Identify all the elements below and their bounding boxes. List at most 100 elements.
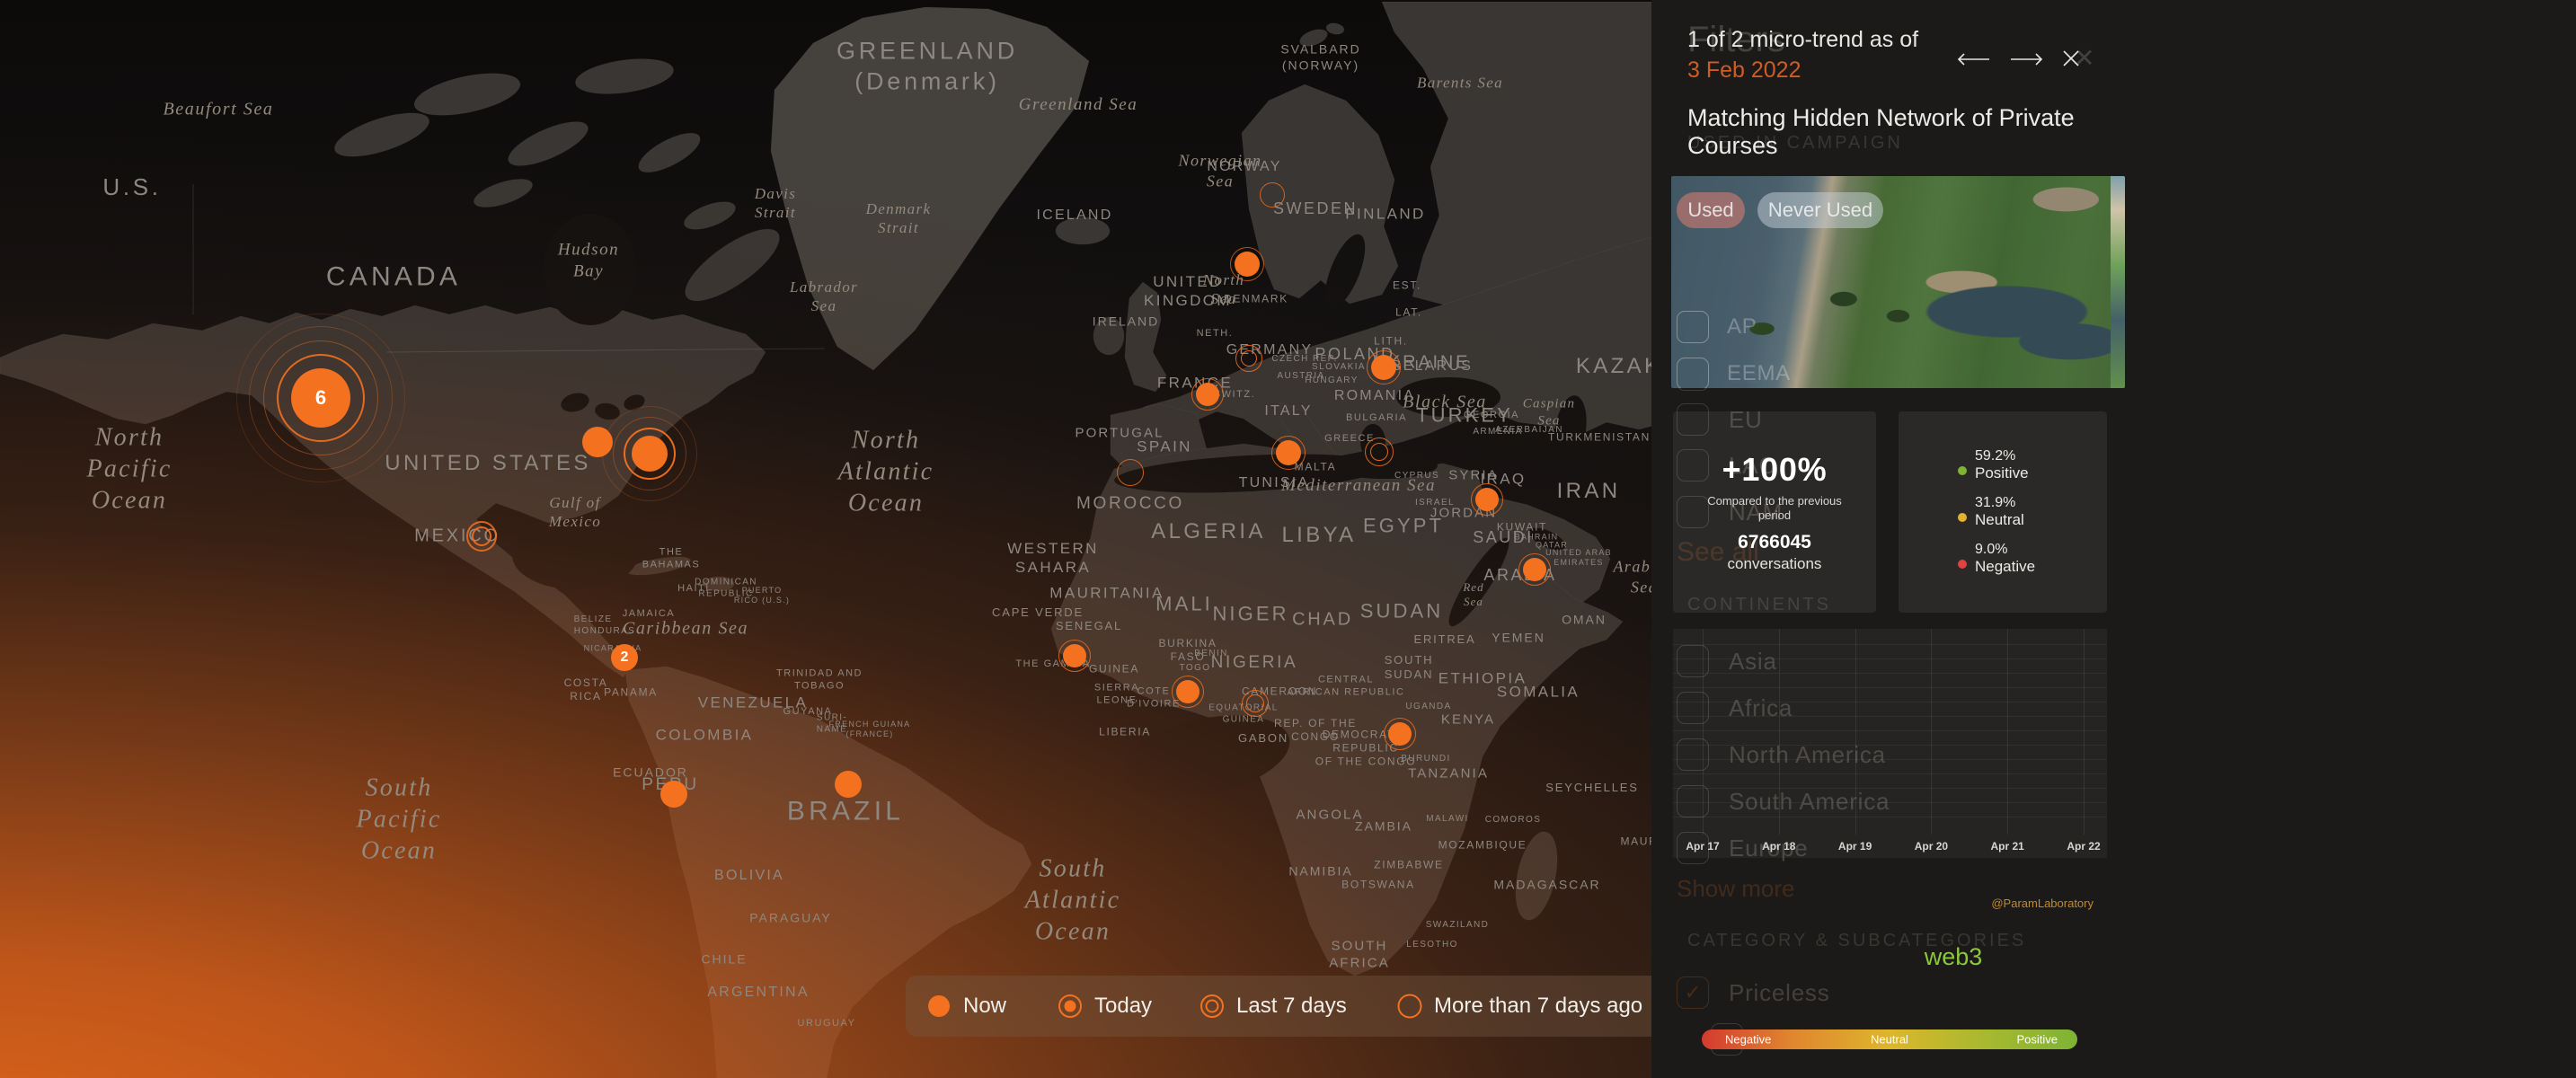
map-marker[interactable] [1112, 455, 1148, 490]
country-label: SOUTH SUDAN [1385, 653, 1434, 683]
sea-label: North Atlantic Ocean [838, 425, 934, 519]
map-marker[interactable] [464, 518, 500, 554]
map-marker[interactable] [656, 776, 692, 812]
sea-label: Davis Strait [755, 184, 796, 223]
chart-x-tick: Apr 19 [1838, 840, 1872, 853]
map-marker[interactable] [1237, 685, 1273, 721]
marker-dot-icon: 6 [291, 368, 350, 428]
map-marker[interactable] [1517, 552, 1553, 588]
sentiment-dot-icon [1958, 513, 1967, 522]
marker-dot-icon [1196, 383, 1219, 406]
marker-dot-icon [1063, 644, 1086, 667]
close-icon[interactable] [2059, 47, 2083, 75]
country-label: TRINIDAD AND TOBAGO [776, 667, 863, 693]
map-marker[interactable] [1170, 674, 1206, 710]
country-label: NIGERIA [1211, 652, 1298, 674]
sea-label: Norwegian Sea [1179, 151, 1262, 191]
country-label: SOUTH AFRICA [1329, 938, 1390, 972]
map-marker[interactable] [1190, 376, 1226, 412]
sea-label: Caribbean Sea [623, 618, 748, 641]
map-legend: NowTodayLast 7 daysMore than 7 days ago [906, 976, 1725, 1037]
marker-ring-icon [1260, 182, 1285, 208]
country-label: LIBYA [1281, 522, 1356, 549]
country-label: OMAN [1562, 612, 1607, 628]
map-marker[interactable]: 6 [291, 368, 350, 428]
country-label: MOROCCO [1076, 493, 1184, 515]
country-label: GUINEA [1089, 663, 1139, 676]
country-label: LAT. [1395, 306, 1422, 320]
legend-label: More than 7 days ago [1434, 994, 1642, 1019]
sea-label: Denmark Strait [866, 199, 932, 238]
country-label: U.S. [102, 172, 161, 202]
country-label: MAURITANIA [1049, 583, 1164, 602]
chart-gridline [1931, 629, 1932, 835]
country-label: PANAMA [604, 686, 658, 700]
map-marker[interactable] [1231, 340, 1267, 376]
filled-marker-icon [927, 994, 951, 1018]
sentiment-label: Negative [1975, 558, 2035, 576]
country-label: BELIZE [574, 614, 613, 626]
legend-item-now: Now [927, 976, 1006, 1037]
chart-x-tick: Apr 18 [1762, 840, 1795, 853]
prev-arrow-icon[interactable] [1955, 50, 1991, 73]
legend-item-more-than-7-days-ago: More than 7 days ago [1398, 976, 1642, 1037]
map-marker[interactable] [1229, 246, 1265, 282]
marker-ring-icon [1117, 459, 1144, 486]
sea-label: Hudson Bay [558, 239, 619, 282]
bar-label-positive: Positive [2016, 1033, 2058, 1047]
sentiment-pct: 31.9% [1975, 495, 2024, 511]
country-label: TOGO [1180, 663, 1211, 675]
map-marker[interactable] [830, 766, 866, 802]
country-label: TANZANIA [1408, 766, 1489, 783]
map-marker[interactable]: 2 [606, 640, 642, 676]
next-arrow-icon[interactable] [2009, 50, 2045, 73]
country-label: NETH. [1197, 328, 1234, 340]
sea-label: Labrador Sea [790, 278, 858, 316]
map-marker[interactable] [1382, 716, 1418, 752]
country-label: BURUNDI [1401, 754, 1450, 765]
country-label: LESOTHO [1406, 940, 1458, 951]
map-marker[interactable] [1366, 349, 1402, 385]
country-label: CHILE [701, 951, 747, 968]
sea-label: Mediterranean Sea [1281, 475, 1436, 497]
ghost-checkbox-label: EEMA [1727, 361, 1791, 386]
map-marker[interactable] [1057, 638, 1093, 674]
trend-title: Matching Hidden Network of Private Cours… [1687, 104, 2094, 160]
country-label: SEYCHELLES [1545, 781, 1638, 795]
marker-dot-icon [1176, 680, 1199, 703]
sea-label: Beaufort Sea [163, 99, 273, 121]
sentiment-label: Neutral [1975, 511, 2024, 529]
sea-label: Gulf of Mexico [549, 493, 601, 532]
trend-image-golf-course: UsedNever Used APEEMA [1671, 176, 2125, 388]
marker-dot-icon [1523, 558, 1546, 581]
country-label: ARGENTINA [707, 984, 810, 1002]
country-label: ZAMBIA [1355, 818, 1412, 835]
sea-label: Barents Sea [1417, 73, 1503, 92]
country-label: PARAGUAY [749, 910, 831, 926]
sea-label: Red Sea [1463, 580, 1483, 610]
conversations-stat-box: +100% Compared to the previous period 67… [1673, 411, 1876, 613]
country-label: UNITED ARAB EMIRATES [1545, 548, 1612, 569]
map-marker[interactable] [1254, 177, 1290, 213]
chart-gridline [1855, 629, 1856, 835]
marker-dot-icon [1388, 722, 1412, 746]
trend-counter: 1 of 2 micro-trend as of [1687, 27, 1918, 53]
map-marker[interactable] [1270, 435, 1306, 471]
country-label: PUERTO RICO (U.S.) [734, 586, 790, 606]
dot-ring-marker-icon [1058, 994, 1082, 1018]
sentiment-dot-icon [1958, 560, 1967, 569]
marker-ring-icon [1365, 437, 1394, 466]
country-label: ALGERIA [1151, 518, 1266, 545]
marker-dot-icon [1235, 252, 1260, 277]
country-label: IRELAND [1093, 314, 1159, 330]
country-label: ZIMBABWE [1374, 859, 1443, 872]
country-label: THE BAHAMAS [642, 546, 701, 571]
ghost-checkbox [1677, 311, 1709, 343]
country-label: ERITREA [1413, 632, 1475, 647]
country-label: CAPE VERDE [992, 605, 1084, 620]
map-marker[interactable] [1361, 434, 1397, 470]
map-marker[interactable] [632, 436, 668, 472]
map-marker[interactable] [1469, 482, 1505, 517]
ghost-checkbox [1677, 358, 1709, 388]
country-label: NIGER [1212, 601, 1288, 626]
